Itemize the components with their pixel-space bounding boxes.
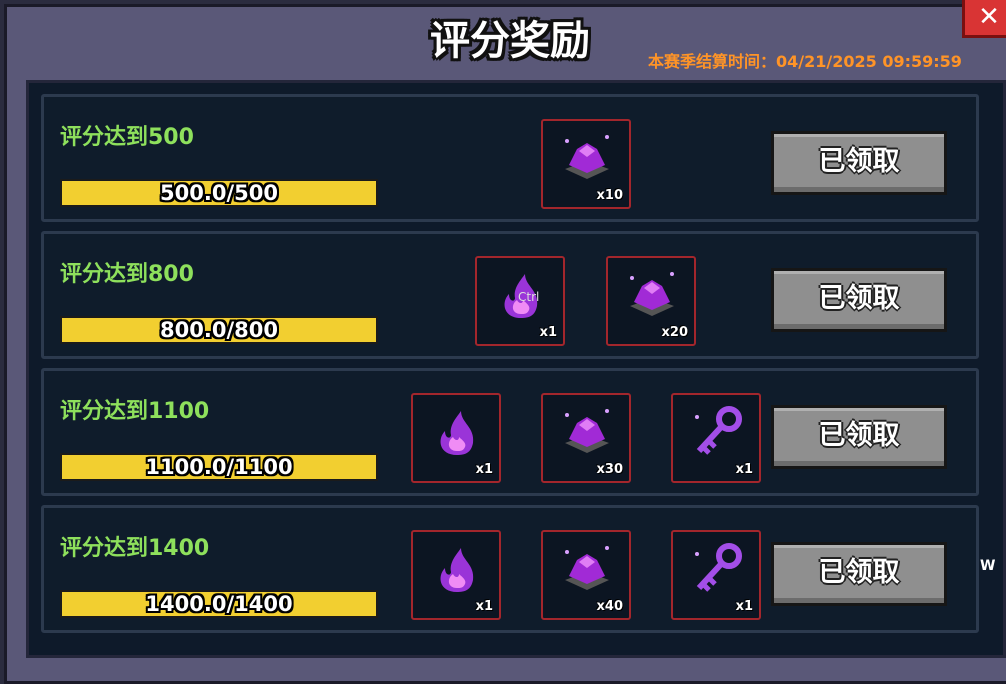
purple-crystal-icon — [630, 272, 674, 316]
purple-flame-icon — [440, 411, 474, 455]
progress-bar: 1400.0/1400 — [60, 590, 378, 618]
reward-quantity: x1 — [539, 325, 557, 340]
row-title: 评分达到1400 — [60, 536, 210, 561]
progress-bar: 1100.0/1100 — [60, 453, 378, 481]
row-title: 评分达到1100 — [60, 399, 210, 424]
purple-flame-icon — [440, 548, 474, 592]
reward-quantity: x10 — [596, 188, 623, 203]
progress-text: 1400.0/1400 — [145, 592, 293, 616]
claimed-button[interactable]: 已领取 — [771, 542, 947, 606]
reward-item[interactable]: x1 — [411, 530, 501, 620]
purple-crystal-icon — [565, 135, 609, 179]
close-icon: ✕ — [978, 2, 1000, 32]
progress-text: 1100.0/1100 — [145, 455, 293, 479]
reward-item[interactable]: x1 — [671, 393, 761, 483]
purple-key-icon — [695, 406, 742, 455]
reward-item[interactable]: x1 — [671, 530, 761, 620]
reward-row: 评分达到800 800.0/800 Ctrl x1 x20 已领取 — [41, 231, 979, 359]
reward-item[interactable]: x30 — [541, 393, 631, 483]
reward-item[interactable]: x40 — [541, 530, 631, 620]
reward-item[interactable]: Ctrl x1 — [475, 256, 565, 346]
reward-item[interactable]: x20 — [606, 256, 696, 346]
row-title: 评分达到800 — [60, 262, 194, 287]
purple-key-icon — [695, 543, 742, 592]
reward-row: 评分达到1400 1400.0/1400 x1 x40 x1 已领取 — [41, 505, 979, 633]
claimed-button[interactable]: 已领取 — [771, 268, 947, 332]
reward-row: 评分达到1100 1100.0/1100 x1 x30 x1 已领取 — [41, 368, 979, 496]
reward-quantity: x1 — [475, 599, 493, 614]
reward-item[interactable]: x1 — [411, 393, 501, 483]
reward-quantity: x20 — [661, 325, 688, 340]
reward-quantity: x1 — [475, 462, 493, 477]
close-button[interactable]: ✕ — [962, 0, 1006, 38]
reward-item[interactable]: x10 — [541, 119, 631, 209]
progress-bar: 800.0/800 — [60, 316, 378, 344]
reward-quantity: x40 — [596, 599, 623, 614]
progress-text: 800.0/800 — [160, 318, 278, 342]
panel-title: 评分奖励 — [430, 18, 590, 64]
progress-bar: 500.0/500 — [60, 179, 378, 207]
purple-crystal-icon — [565, 546, 609, 590]
reward-row: 评分达到500 500.0/500 x10 已领取 — [41, 94, 979, 222]
season-end-time: 本赛季结算时间：04/21/2025 09:59:59 — [648, 52, 962, 71]
progress-text: 500.0/500 — [160, 181, 278, 205]
claimed-button[interactable]: 已领取 — [771, 405, 947, 469]
reward-quantity: x1 — [735, 599, 753, 614]
row-title: 评分达到500 — [60, 125, 194, 150]
purple-crystal-icon — [565, 409, 609, 453]
claimed-button[interactable]: 已领取 — [771, 131, 947, 195]
side-hint-label: W — [980, 558, 996, 574]
reward-quantity: x30 — [596, 462, 623, 477]
ctrl-overlay-label: Ctrl — [518, 290, 540, 304]
reward-quantity: x1 — [735, 462, 753, 477]
